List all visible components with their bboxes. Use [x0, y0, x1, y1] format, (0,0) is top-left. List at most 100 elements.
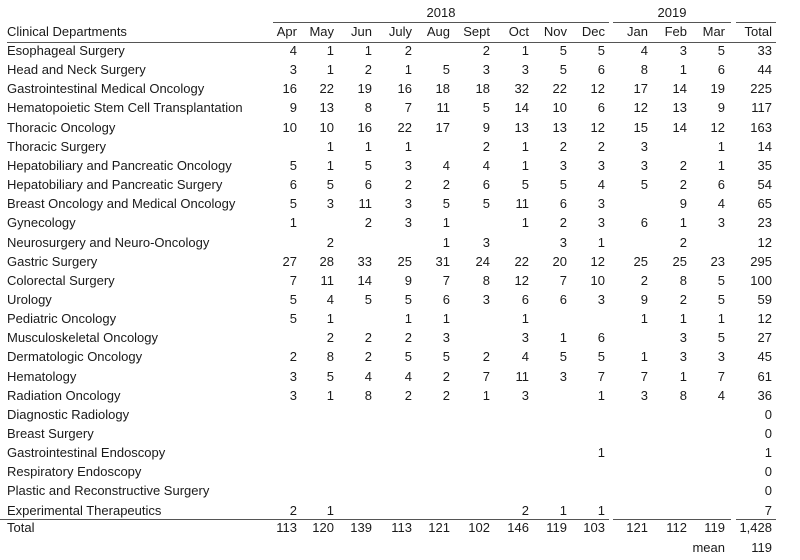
column-header-mar: Mar: [702, 24, 725, 39]
count-cell: 6: [364, 177, 372, 193]
count-cell: 8: [364, 387, 372, 403]
count-cell: 4: [482, 157, 490, 173]
count-cell: 8: [364, 100, 372, 116]
count-cell: 3: [482, 234, 490, 250]
count-cell: 2: [482, 138, 490, 154]
count-cell: 1: [364, 138, 372, 154]
count-cell: 2: [404, 43, 412, 58]
count-cell: 6: [717, 62, 725, 78]
count-cell: 7: [289, 272, 297, 288]
row-total-cell: 0: [764, 483, 772, 499]
count-cell: 2: [482, 43, 490, 58]
count-cell: 8: [679, 387, 687, 403]
department-name: Colorectal Surgery: [7, 272, 115, 288]
count-cell: 1: [640, 311, 648, 327]
count-cell: 11: [358, 196, 373, 212]
count-cell: 1: [679, 62, 687, 78]
count-cell: 1: [597, 502, 605, 518]
count-cell: 10: [552, 100, 567, 116]
count-cell: 14: [514, 100, 529, 116]
count-cell: 2: [289, 349, 297, 365]
count-cell: 2: [404, 177, 412, 193]
count-cell: 3: [597, 157, 605, 173]
count-cell: 3: [521, 330, 529, 346]
count-cell: 2: [404, 330, 412, 346]
count-cell: 18: [475, 81, 490, 97]
count-cell: 13: [552, 119, 567, 135]
row-total-cell: 12: [757, 311, 772, 327]
count-cell: 12: [633, 100, 648, 116]
count-cell: 3: [640, 387, 648, 403]
count-cell: 5: [559, 62, 567, 78]
row-total-cell: 23: [757, 215, 772, 231]
count-cell: 6: [597, 100, 605, 116]
count-cell: 5: [482, 100, 490, 116]
count-cell: 15: [633, 119, 648, 135]
count-cell: 32: [514, 81, 529, 97]
count-cell: 5: [597, 349, 605, 365]
column-total-cell: 119: [704, 520, 725, 535]
total-label: Total: [7, 520, 35, 535]
count-cell: 5: [326, 368, 334, 384]
row-total-cell: 65: [757, 196, 772, 212]
count-cell: 3: [521, 62, 529, 78]
count-cell: 2: [364, 330, 372, 346]
count-cell: 2: [679, 177, 687, 193]
column-header-nov: Nov: [543, 24, 567, 39]
department-name: Esophageal Surgery: [7, 43, 125, 58]
count-cell: 12: [590, 81, 605, 97]
count-cell: 5: [289, 157, 297, 173]
count-cell: 6: [559, 196, 567, 212]
count-cell: 5: [326, 177, 334, 193]
count-cell: 1: [521, 311, 529, 327]
count-cell: 5: [482, 196, 490, 212]
row-total-cell: 100: [750, 272, 772, 288]
column-total-cell: 120: [312, 520, 334, 535]
department-name: Hematology: [7, 368, 77, 384]
mean-value: 119: [751, 540, 772, 555]
count-cell: 5: [364, 157, 372, 173]
count-cell: 14: [672, 81, 687, 97]
count-cell: 14: [357, 272, 372, 288]
count-cell: 27: [282, 253, 297, 269]
count-cell: 6: [640, 215, 648, 231]
row-total-cell: 44: [757, 62, 772, 78]
count-cell: 22: [514, 253, 529, 269]
mean-label: mean: [692, 540, 725, 555]
count-cell: 2: [521, 502, 529, 518]
count-cell: 9: [717, 100, 725, 116]
count-cell: 3: [717, 349, 725, 365]
count-cell: 1: [521, 138, 529, 154]
count-cell: 5: [640, 177, 648, 193]
count-cell: 7: [404, 100, 412, 116]
count-cell: 13: [319, 100, 334, 116]
count-cell: 4: [326, 291, 334, 307]
count-cell: 25: [397, 253, 412, 269]
count-cell: 2: [640, 272, 648, 288]
count-cell: 5: [404, 291, 412, 307]
count-cell: 6: [717, 177, 725, 193]
count-cell: 1: [559, 330, 567, 346]
count-cell: 14: [672, 119, 687, 135]
count-cell: 4: [289, 43, 297, 58]
count-cell: 1: [326, 157, 334, 173]
column-header-jun: Jun: [351, 24, 372, 39]
count-cell: 12: [590, 119, 605, 135]
department-name: Thoracic Surgery: [7, 138, 106, 154]
count-cell: 3: [482, 62, 490, 78]
count-cell: 1: [326, 387, 334, 403]
count-cell: 1: [717, 311, 725, 327]
row-total-cell: 59: [757, 291, 772, 307]
row-total-cell: 7: [764, 502, 772, 518]
column-header-july: July: [388, 24, 412, 39]
row-total-cell: 33: [757, 43, 772, 58]
row-total-cell: 45: [757, 349, 772, 365]
count-cell: 16: [397, 81, 412, 97]
count-cell: 7: [717, 368, 725, 384]
count-cell: 3: [679, 43, 687, 58]
count-cell: 7: [559, 272, 567, 288]
count-cell: 3: [597, 196, 605, 212]
count-cell: 24: [475, 253, 490, 269]
count-cell: 6: [289, 177, 297, 193]
count-cell: 1: [640, 349, 648, 365]
